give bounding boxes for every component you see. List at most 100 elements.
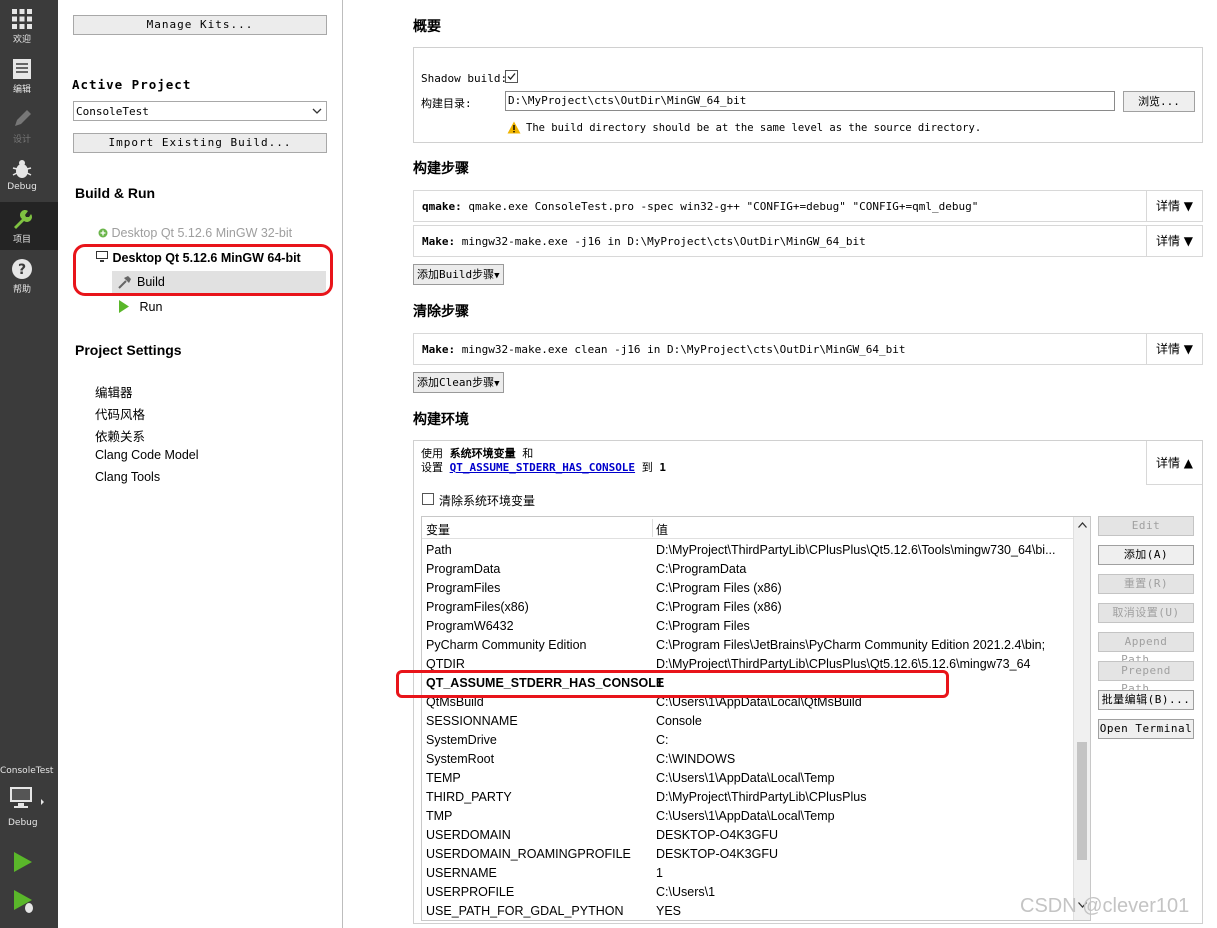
clear-sys-env-checkbox[interactable]	[422, 493, 434, 505]
env-val-text: 1	[659, 461, 666, 474]
env-var-name: ProgramFiles	[426, 581, 501, 595]
build-settings-panel: 概要 Shadow build: 构建目录: D:\MyProject\cts\…	[343, 0, 1217, 928]
env-details-button[interactable]: 详情 ▲	[1146, 441, 1202, 485]
clean-step[interactable]: Make: mingw32-make.exe clean -j16 in D:\…	[413, 333, 1203, 365]
env-row[interactable]: ProgramData C:\ProgramData	[422, 561, 1072, 580]
nav-run[interactable]: Run	[118, 300, 162, 314]
manage-kits-button[interactable]: Manage Kits...	[73, 15, 327, 35]
env-unset-button[interactable]: 取消设置(U)	[1098, 603, 1194, 623]
env-scrollbar[interactable]	[1073, 517, 1090, 920]
settings-dependencies[interactable]: 依赖关系	[95, 426, 145, 445]
env-table[interactable]: 变量 值 Path D:\MyProject\ThirdPartyLib\CPlu…	[421, 516, 1091, 921]
qmake-step-cmd: qmake.exe ConsoleTest.pro -spec win32-g+…	[468, 200, 979, 213]
make-step[interactable]: Make: mingw32-make.exe -j16 in D:\MyProj…	[413, 225, 1203, 257]
env-row[interactable]: ProgramW6432 C:\Program Files	[422, 618, 1072, 637]
debug-run-button[interactable]	[12, 888, 36, 917]
browse-button[interactable]: 浏览...	[1123, 91, 1195, 112]
env-var-link[interactable]: QT_ASSUME_STDERR_HAS_CONSOLE	[450, 461, 635, 474]
env-row[interactable]: PyCharm Community Edition C:\Program File…	[422, 637, 1072, 656]
settings-editor[interactable]: 编辑器	[95, 382, 133, 401]
env-var-name: THIRD_PARTY	[426, 790, 512, 804]
env-var-value: D:\MyProject\ThirdPartyLib\CPlusPlus\Qt5…	[656, 657, 1031, 671]
mode-design[interactable]: 设计	[0, 108, 44, 145]
env-var-value: C:\Users\1	[656, 885, 716, 899]
env-open-terminal-button[interactable]: Open Terminal	[1098, 719, 1194, 739]
mode-projects[interactable]: 项目	[0, 202, 58, 250]
mode-debug[interactable]: Debug	[0, 158, 44, 192]
mode-edit[interactable]: 编辑	[0, 58, 44, 95]
qmake-step[interactable]: qmake: qmake.exe ConsoleTest.pro -spec w…	[413, 190, 1203, 222]
settings-code-style[interactable]: 代码风格	[95, 404, 145, 423]
env-row[interactable]: TMP C:\Users\1\AppData\Local\Temp	[422, 808, 1072, 827]
mode-bar: 欢迎 编辑 设计 Debug 项目 ? 帮助 ConsoleTest Debug	[0, 0, 58, 928]
project-navigator: Manage Kits... Active Project ConsoleTes…	[58, 0, 343, 928]
kit-32bit[interactable]: Desktop Qt 5.12.6 MinGW 32-bit	[98, 226, 292, 240]
target-selector[interactable]	[8, 785, 44, 816]
env-edit-button[interactable]: Edit	[1098, 516, 1194, 536]
pencil-icon	[15, 110, 31, 126]
env-row[interactable]: USERDOMAIN DESKTOP-O4K3GFU	[422, 827, 1072, 846]
env-to-text: 到	[641, 461, 653, 474]
env-var-name: SystemRoot	[426, 752, 495, 766]
add-kit-icon	[98, 228, 108, 238]
env-row[interactable]: ProgramFiles C:\Program Files (x86)	[422, 580, 1072, 599]
settings-clang-code-model[interactable]: Clang Code Model	[95, 448, 199, 462]
scroll-up-icon	[1078, 522, 1087, 528]
make-details-button[interactable]: 详情 ▼	[1146, 226, 1202, 256]
bug-icon	[12, 160, 32, 178]
details-label: 详情	[1155, 342, 1180, 356]
col-var-header[interactable]: 变量	[426, 521, 450, 538]
env-row[interactable]: USE_PATH_FOR_GDAL_PYTHON YES	[422, 903, 1072, 920]
env-row[interactable]: USERNAME 1	[422, 865, 1072, 884]
shadow-build-checkbox[interactable]	[505, 70, 518, 83]
watermark: CSDN @clever101	[1020, 895, 1190, 917]
add-build-step-dropdown[interactable]: 添加Build步骤▼	[413, 264, 504, 285]
build-env-heading: 构建环境	[413, 412, 469, 428]
kit-32bit-label: Desktop Qt 5.12.6 MinGW 32-bit	[111, 226, 293, 240]
env-row[interactable]: SystemDrive C:	[422, 732, 1072, 751]
env-row[interactable]: SESSIONNAME Console	[422, 713, 1072, 732]
details-label: 详情	[1155, 456, 1180, 470]
import-build-button[interactable]: Import Existing Build...	[73, 133, 327, 153]
env-row[interactable]: THIRD_PARTY D:\MyProject\ThirdPartyLib\CP…	[422, 789, 1072, 808]
general-box: Shadow build: 构建目录: D:\MyProject\cts\Out…	[413, 47, 1203, 143]
env-var-name: ProgramFiles(x86)	[426, 600, 529, 614]
mode-label: 编辑	[12, 85, 31, 95]
checkmark-icon	[507, 73, 516, 80]
env-row[interactable]: USERDOMAIN_ROAMINGPROFILE DESKTOP-O4K3GFU	[422, 846, 1072, 865]
mode-help[interactable]: ? 帮助	[0, 258, 44, 295]
env-var-name: USERDOMAIN_ROAMINGPROFILE	[426, 847, 631, 861]
env-var-name: SESSIONNAME	[426, 714, 518, 728]
env-row[interactable]: Path D:\MyProject\ThirdPartyLib\CPlusPlus…	[422, 542, 1072, 561]
env-row[interactable]: USERPROFILE C:\Users\1	[422, 884, 1072, 903]
run-button[interactable]	[12, 850, 34, 877]
env-var-value: Console	[656, 714, 702, 728]
env-row[interactable]: SystemRoot C:\WINDOWS	[422, 751, 1072, 770]
scroll-thumb[interactable]	[1077, 742, 1087, 860]
env-batch-edit-button[interactable]: 批量编辑(B)...	[1098, 690, 1194, 710]
mode-label: 设计	[12, 135, 31, 145]
wrench-icon	[14, 210, 32, 229]
settings-clang-tools[interactable]: Clang Tools	[95, 470, 160, 484]
mode-welcome[interactable]: 欢迎	[0, 8, 44, 45]
env-prepend-path-button[interactable]: Prepend Path...	[1098, 661, 1194, 695]
details-label: 详情	[1155, 199, 1180, 213]
build-run-heading: Build & Run	[75, 185, 156, 201]
add-clean-step-dropdown[interactable]: 添加Clean步骤▼	[413, 372, 504, 393]
env-append-path-button[interactable]: Append Path...	[1098, 632, 1194, 666]
col-val-header[interactable]: 值	[656, 521, 668, 538]
overview-heading: 概要	[413, 19, 441, 35]
env-summary: 使用 系统环境变量 和 设置 QT_ASSUME_STDERR_HAS_CONS…	[421, 447, 666, 475]
env-reset-button[interactable]: 重置(R)	[1098, 574, 1194, 594]
make-step-name: Make:	[422, 235, 456, 248]
env-add-button[interactable]: 添加(A)	[1098, 545, 1194, 565]
build-dir-input[interactable]: D:\MyProject\cts\OutDir\MinGW_64_bit	[505, 91, 1115, 111]
env-row[interactable]: TEMP C:\Users\1\AppData\Local\Temp	[422, 770, 1072, 789]
clean-steps-heading: 清除步骤	[413, 304, 469, 320]
highlight-annotation	[73, 244, 333, 296]
svg-text:?: ?	[18, 262, 26, 278]
active-project-select[interactable]: ConsoleTest	[73, 101, 327, 121]
qmake-details-button[interactable]: 详情 ▼	[1146, 191, 1202, 221]
env-row[interactable]: ProgramFiles(x86) C:\Program Files (x86)	[422, 599, 1072, 618]
clean-details-button[interactable]: 详情 ▼	[1146, 334, 1202, 364]
